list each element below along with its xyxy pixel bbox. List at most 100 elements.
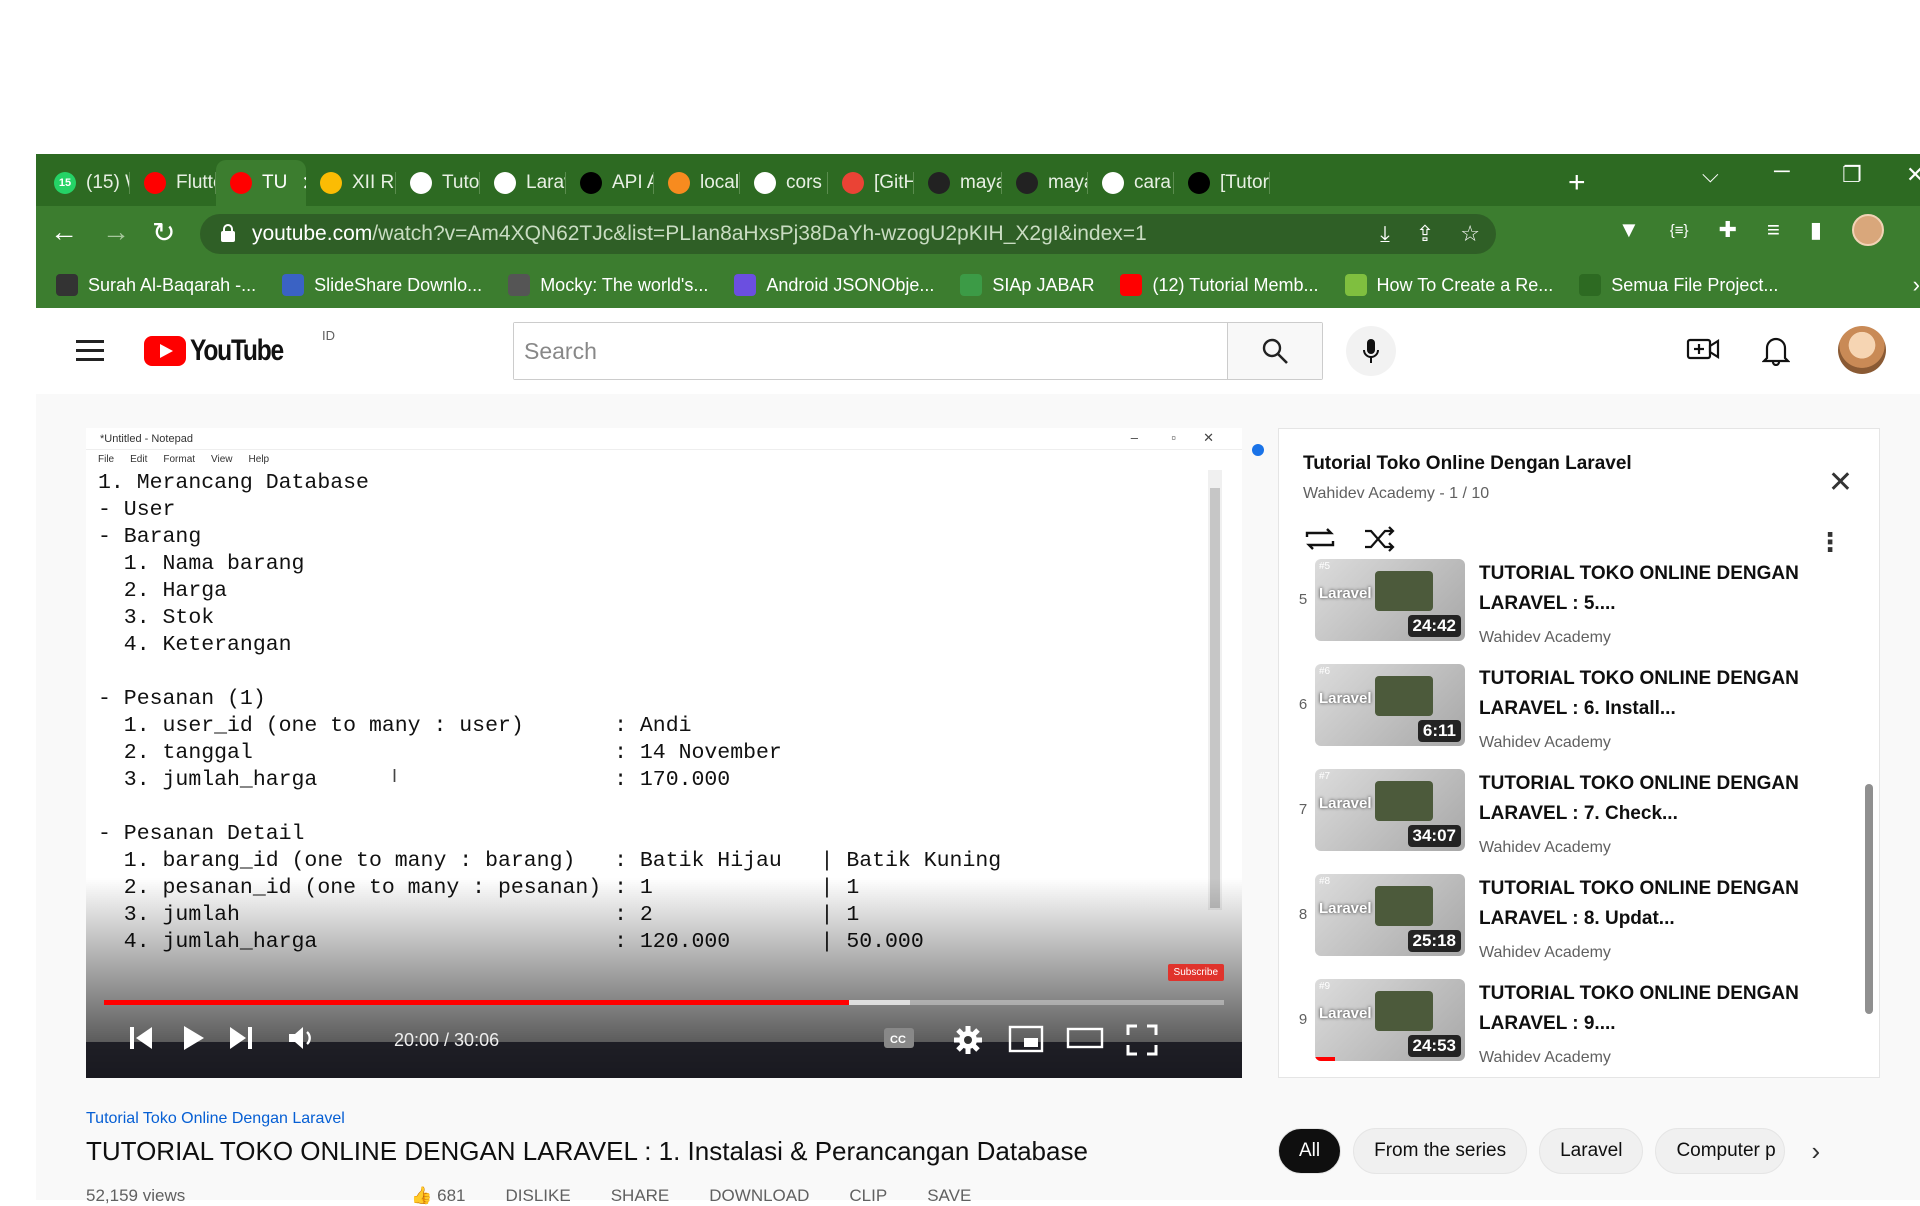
bookmark-star-icon[interactable]: ☆ (1460, 221, 1480, 247)
video-player[interactable]: *Untitled - Notepad – ▫ ✕ File Edit Format… (86, 428, 1242, 1078)
chip-all[interactable]: All (1278, 1128, 1342, 1174)
browser-tab[interactable]: TU✕ (216, 160, 306, 206)
browser-tab[interactable]: XII RP (306, 160, 396, 206)
browser-tab[interactable]: maya (914, 160, 1002, 206)
bookmark-item[interactable]: Android JSONObje... (734, 274, 934, 296)
close-playlist-icon[interactable]: ✕ (1828, 465, 1853, 500)
vue-devtools-icon[interactable]: ▼ (1618, 217, 1640, 243)
like-button[interactable]: 👍 681 (411, 1186, 465, 1206)
bookmark-item[interactable]: Semua File Project... (1579, 274, 1778, 296)
address-bar[interactable]: youtube.com/watch?v=Am4XQN62TJc&list=PLI… (200, 214, 1496, 254)
playlist-item[interactable]: 8 #8 Laravel 25:18 TUTORIAL TOKO ONLINE DENG… (1279, 874, 1879, 979)
browser-tab[interactable]: 15 (15) W (40, 160, 130, 206)
video-thumbnail[interactable]: #6 Laravel 6:11 (1315, 664, 1465, 746)
playlist-title[interactable]: Tutorial Toko Online Dengan Laravel (1303, 453, 1632, 475)
more-options-icon[interactable]: ⋮ (1817, 527, 1843, 558)
more-bookmarks-icon[interactable]: › (1913, 272, 1920, 298)
share-button[interactable]: SHARE (611, 1186, 670, 1206)
playlist-item-title: TUTORIAL TOKO ONLINE DENGAN LARAVEL : 6.… (1479, 668, 1799, 719)
bookmark-item[interactable]: Surah Al-Baqarah -... (56, 274, 256, 296)
tab-label: maya (960, 172, 1002, 193)
browser-tab[interactable]: [Tutor (1174, 160, 1270, 206)
new-tab-button[interactable]: + (1568, 166, 1586, 200)
browser-tab[interactable]: Larave (480, 160, 566, 206)
browser-tab[interactable]: Tutori (396, 160, 480, 206)
video-thumbnail[interactable]: #5 Laravel 24:42 (1315, 559, 1465, 641)
chip-laravel[interactable]: Laravel (1539, 1128, 1644, 1174)
bookmark-label: How To Create a Re... (1376, 274, 1554, 295)
json-viewer-icon[interactable]: {≡} (1670, 222, 1689, 239)
video-thumbnail[interactable]: #8 Laravel 25:18 (1315, 874, 1465, 956)
browser-tab[interactable]: maya (1002, 160, 1088, 206)
save-button[interactable]: SAVE (927, 1186, 971, 1206)
loop-icon[interactable] (1303, 525, 1337, 553)
dislike-button[interactable]: DISLIKE (506, 1186, 571, 1206)
restore-button[interactable]: ❐ (1842, 162, 1862, 188)
xampp-icon (668, 172, 690, 194)
chevron-right-icon[interactable]: › (1811, 1136, 1820, 1167)
minimize-button[interactable]: ─ (1774, 158, 1790, 184)
progress-bar[interactable] (104, 1000, 1224, 1005)
volume-icon[interactable] (286, 1024, 318, 1052)
video-thumbnail[interactable]: #7 Laravel 34:07 (1315, 769, 1465, 851)
search-input[interactable] (514, 323, 1227, 379)
browser-tab[interactable]: cara s (1088, 160, 1174, 206)
extensions-icon[interactable]: ✚ (1719, 217, 1737, 243)
subscribe-watermark[interactable]: Subscribe (1167, 964, 1224, 981)
playlist-channel[interactable]: Wahidev Academy (1303, 485, 1435, 502)
tab-search-icon[interactable]: ⌵ (1702, 162, 1719, 188)
profile-avatar[interactable] (1851, 214, 1884, 246)
theater-mode-icon[interactable] (1066, 1024, 1104, 1052)
chip-computer[interactable]: Computer p (1655, 1128, 1786, 1174)
next-icon[interactable] (228, 1024, 254, 1052)
info-card-icon[interactable] (1252, 444, 1264, 456)
download-button[interactable]: DOWNLOAD (709, 1186, 809, 1206)
playlist-item[interactable]: 5 #5 Laravel 24:42 TUTORIAL TOKO ONLINE DENG… (1279, 559, 1879, 664)
install-app-icon[interactable]: ⤓ (1380, 221, 1390, 247)
laravel-thumbnail-icon: Laravel (1319, 690, 1372, 707)
voice-search-button[interactable] (1346, 326, 1396, 376)
bookmark-item[interactable]: SIAp JABAR (960, 274, 1094, 296)
browser-tab[interactable]: cors l (740, 160, 828, 206)
browser-tab[interactable]: API A (566, 160, 654, 206)
miniplayer-icon[interactable] (1008, 1024, 1044, 1054)
notepad-maximize-icon: ▫ (1171, 430, 1176, 445)
video-thumbnail[interactable]: #9 Laravel 24:53 (1315, 979, 1465, 1061)
chip-from-the-series[interactable]: From the series (1353, 1128, 1528, 1174)
captions-icon[interactable]: CC (882, 1024, 916, 1052)
menu-icon[interactable] (76, 340, 104, 362)
series-link[interactable]: Tutorial Toko Online Dengan Laravel (86, 1110, 345, 1128)
reading-list-icon[interactable]: ≡ (1767, 217, 1780, 243)
side-panel-icon[interactable]: ▮ (1810, 217, 1822, 243)
browser-tab[interactable]: [GitH (828, 160, 914, 206)
search-button[interactable] (1227, 323, 1322, 379)
close-window-button[interactable]: ✕ (1906, 162, 1920, 188)
bookmark-item[interactable]: (12) Tutorial Memb... (1120, 274, 1319, 296)
browser-tab[interactable]: Flutte (130, 160, 216, 206)
bookmark-item[interactable]: How To Create a Re... (1344, 274, 1554, 296)
playlist-item[interactable]: 6 #6 Laravel 6:11 TUTORIAL TOKO ONLINE DENGA… (1279, 664, 1879, 769)
share-icon[interactable]: ⇪ (1416, 221, 1434, 247)
shuffle-icon[interactable] (1363, 525, 1397, 553)
bookmark-item[interactable]: Mocky: The world's... (508, 274, 708, 296)
youtube-logo[interactable]: YouTube ID (144, 328, 335, 368)
playlist-item[interactable]: 9 #9 Laravel 24:53 TUTORIAL TOKO ONLINE DENG… (1279, 979, 1879, 1077)
bookmarks-bar: Surah Al-Baqarah -... SlideShare Downlo..… (36, 262, 1920, 308)
previous-icon[interactable] (128, 1024, 154, 1052)
reload-button[interactable]: ↻ (152, 216, 175, 249)
settings-gear-icon[interactable] (952, 1024, 984, 1056)
forward-button[interactable]: → (102, 216, 130, 248)
github-icon (410, 172, 432, 194)
user-avatar[interactable] (1838, 326, 1886, 374)
play-icon[interactable] (180, 1024, 206, 1052)
playlist-subtitle: Wahidev Academy - 1 / 10 (1303, 485, 1489, 503)
bookmark-item[interactable]: SlideShare Downlo... (282, 274, 482, 296)
playlist-item[interactable]: 7 #7 Laravel 34:07 TUTORIAL TOKO ONLINE DENG… (1279, 769, 1879, 874)
back-button[interactable]: ← (50, 216, 78, 248)
notifications-button[interactable] (1761, 334, 1791, 371)
playlist-scrollbar[interactable] (1865, 784, 1873, 1014)
fullscreen-icon[interactable] (1126, 1024, 1158, 1056)
clip-button[interactable]: CLIP (849, 1186, 887, 1206)
create-video-button[interactable] (1686, 334, 1720, 369)
browser-tab[interactable]: localh (654, 160, 740, 206)
